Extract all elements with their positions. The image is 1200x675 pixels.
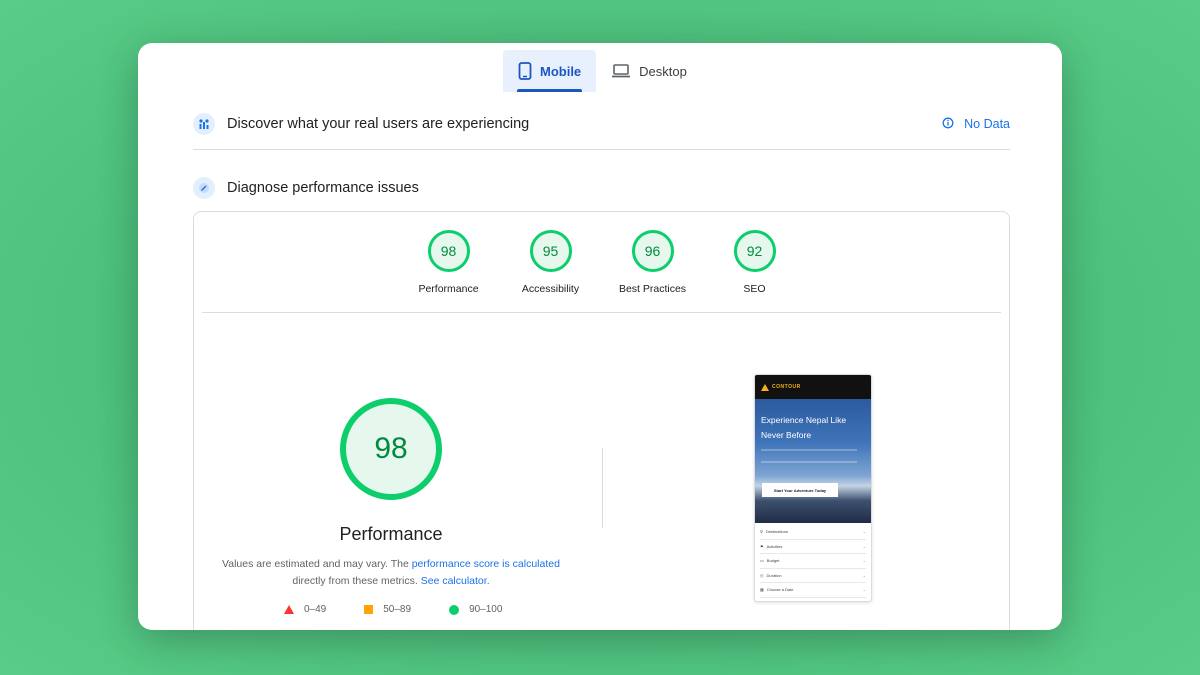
chevron-down-icon: ⌄ xyxy=(862,558,866,564)
preview-subtext xyxy=(761,449,857,463)
preview-field: ▦ Choose a Date ⌄ xyxy=(760,583,866,598)
triangle-icon xyxy=(284,605,294,614)
legend-range: 0–49 xyxy=(304,604,327,615)
chevron-down-icon: ⌄ xyxy=(862,587,866,593)
performance-score-gauge: 98 xyxy=(340,398,442,500)
preview-hero: Experience Nepal Like Never Before Start… xyxy=(755,399,871,523)
preview-field: ⚲ Destinations ⌄ xyxy=(760,525,866,540)
field-data-title: Discover what your real users are experi… xyxy=(227,116,530,132)
field-data-section: Discover what your real users are experi… xyxy=(193,112,1010,136)
chevron-down-icon: ⌄ xyxy=(862,572,866,578)
gauge-accessibility[interactable]: 95 Accessibility xyxy=(500,230,602,295)
tab-desktop-label: Desktop xyxy=(639,63,687,79)
activity-icon: ⚑ xyxy=(760,543,764,549)
preview-field-label: Choose a Date xyxy=(766,587,794,593)
info-icon xyxy=(942,117,954,132)
calendar-icon: ▦ xyxy=(760,587,764,593)
mountain-logo-icon xyxy=(761,383,769,391)
diagnose-title: Diagnose performance issues xyxy=(227,180,419,196)
gauge-seo[interactable]: 92 SEO xyxy=(704,230,806,295)
preview-header: CONTOUR xyxy=(755,375,871,399)
category-gauges: 98 Performance 95 Accessibility 96 Best … xyxy=(194,230,1009,295)
preview-field-label: Duration xyxy=(766,572,782,578)
gauge-score: 98 xyxy=(427,230,470,272)
preview-field: ▭ Budget ⌄ xyxy=(760,554,866,569)
pin-icon: ⚲ xyxy=(760,529,763,535)
note-text: directly from these metrics. xyxy=(292,575,421,587)
legend-fail: 0–49 xyxy=(284,604,326,615)
device-tabs: Mobile Desktop xyxy=(503,50,702,92)
gauge-performance[interactable]: 98 Performance xyxy=(398,230,500,295)
preview-headline: Experience Nepal Like Never Before xyxy=(761,415,847,440)
see-calculator-link[interactable]: See calculator. xyxy=(421,575,490,587)
pagespeed-card: Mobile Desktop Discover what your real u… xyxy=(138,43,1062,630)
square-icon xyxy=(364,605,374,614)
page-screenshot-preview[interactable]: CONTOUR Experience Nepal Like Never Befo… xyxy=(754,374,872,602)
gauge-label: SEO xyxy=(743,283,766,295)
preview-form: ⚲ Destinations ⌄ ⚑ Activities ⌄ ▭ Budget ⌄ ◷ Du… xyxy=(755,523,871,600)
lighthouse-icon xyxy=(193,177,215,199)
users-chart-icon xyxy=(193,113,215,135)
gauge-score: 92 xyxy=(733,230,776,272)
gauge-best-practices[interactable]: 96 Best Practices xyxy=(602,230,704,295)
preview-field: ⚑ Activities ⌄ xyxy=(760,540,866,554)
gauges-divider xyxy=(202,312,1001,313)
smartphone-icon xyxy=(518,62,532,80)
legend-range: 50–89 xyxy=(383,604,412,615)
score-legend: 0–49 50–89 90–100 xyxy=(284,604,502,615)
note-text: Values are estimated and may vary. The xyxy=(222,558,412,570)
preview-field: ◷ Duration ⌄ xyxy=(760,569,866,583)
preview-cta-button: Start Your Adventure Today xyxy=(762,483,838,497)
gauge-label: Best Practices xyxy=(618,283,687,295)
tab-mobile[interactable]: Mobile xyxy=(503,50,597,92)
performance-title: Performance xyxy=(339,524,443,544)
tab-desktop[interactable]: Desktop xyxy=(596,50,702,92)
vertical-divider xyxy=(602,448,603,528)
preview-field-label: Destinations xyxy=(765,529,788,535)
gauge-score: 96 xyxy=(631,230,674,272)
performance-note: Values are estimated and may vary. The p… xyxy=(214,556,568,590)
preview-logo: CONTOUR xyxy=(772,384,801,390)
chevron-down-icon: ⌄ xyxy=(862,543,866,549)
gauge-label: Performance xyxy=(418,283,479,295)
section-divider xyxy=(193,149,1010,150)
legend-pass: 90–100 xyxy=(449,604,502,615)
budget-icon: ▭ xyxy=(760,558,764,564)
chevron-down-icon: ⌄ xyxy=(862,529,866,535)
no-data-link[interactable]: No Data xyxy=(942,117,1010,132)
gauge-score: 95 xyxy=(529,230,572,272)
preview-field-label: Activities xyxy=(766,543,783,549)
no-data-label: No Data xyxy=(964,117,1010,131)
diagnose-section: Diagnose performance issues xyxy=(193,176,1010,200)
legend-average: 50–89 xyxy=(364,604,411,615)
tab-mobile-label: Mobile xyxy=(540,63,582,79)
preview-field-label: Budget xyxy=(766,558,780,564)
gauge-label: Accessibility xyxy=(521,283,580,295)
lighthouse-report-panel: 98 Performance 95 Accessibility 96 Best … xyxy=(193,211,1010,630)
laptop-icon xyxy=(611,64,631,78)
clock-icon: ◷ xyxy=(760,572,764,578)
score-calculated-link[interactable]: performance score is calculated xyxy=(412,558,560,570)
circle-icon xyxy=(449,604,460,615)
legend-range: 90–100 xyxy=(469,604,503,615)
